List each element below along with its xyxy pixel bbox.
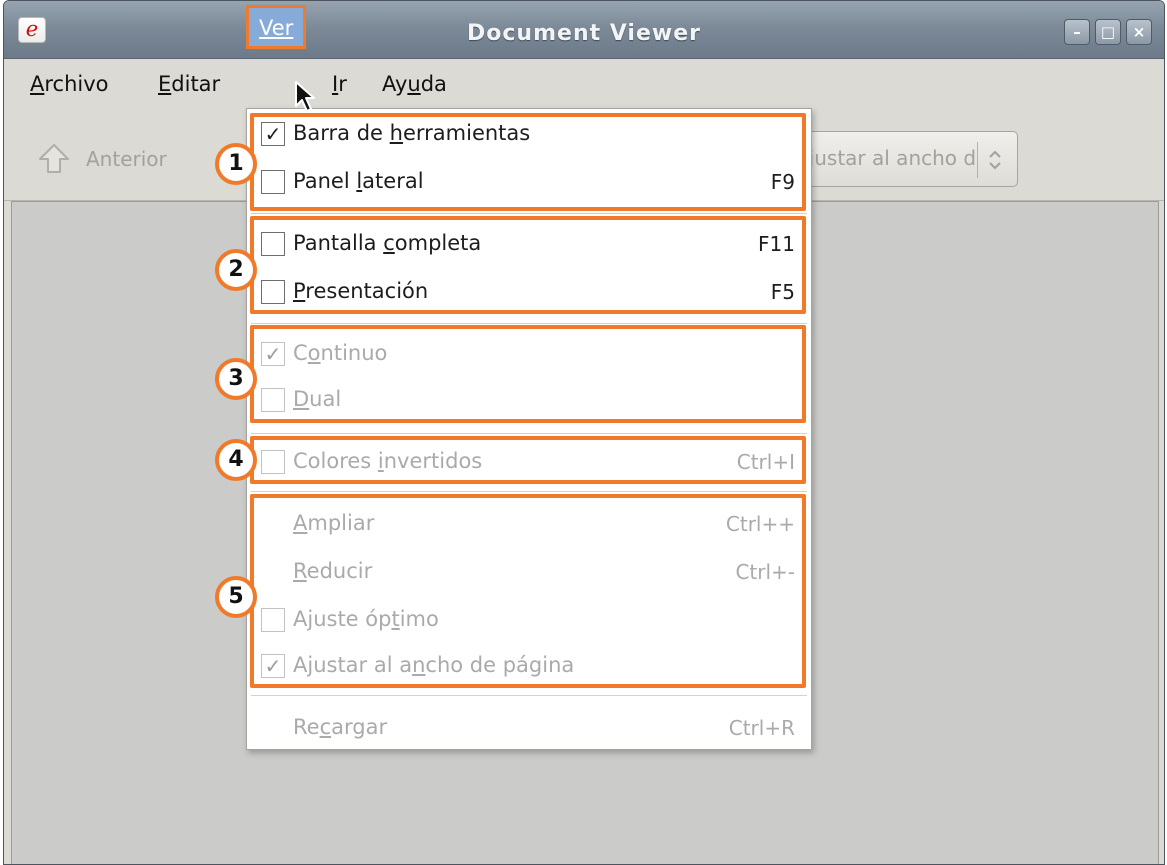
menu-editar[interactable]: Editar <box>158 72 220 96</box>
menu-label-part: Ay <box>382 72 408 96</box>
up-arrow-icon <box>39 144 69 173</box>
mnemonic-letter: E <box>158 72 172 96</box>
menu-separator <box>251 323 807 324</box>
label-part: Re <box>293 715 320 739</box>
menu-separator <box>251 695 807 696</box>
minimize-button[interactable]: – <box>1064 19 1090 45</box>
highlight-box-group-4 <box>250 436 806 484</box>
menu-label-part: r <box>338 72 347 96</box>
annotation-badge-1: 1 <box>215 143 257 185</box>
close-button[interactable]: × <box>1126 19 1152 45</box>
anterior-label: Anterior <box>86 147 167 171</box>
zoom-combo[interactable]: Ajustar al ancho de página <box>794 131 1018 187</box>
updown-arrow-icon <box>989 150 1001 170</box>
annotation-badge-5: 5 <box>215 576 257 618</box>
menu-ayuda[interactable]: Ayuda <box>382 72 447 96</box>
highlight-box-group-2 <box>250 216 806 314</box>
menu-ver[interactable]: Ver <box>246 5 307 49</box>
shortcut: Ctrl+R <box>728 716 795 740</box>
zoom-combo-text: Ajustar al ancho de página <box>795 146 975 170</box>
mnemonic-letter: u <box>407 72 421 96</box>
highlight-box-group-5 <box>250 494 806 688</box>
zoom-combo-divider <box>977 142 978 178</box>
menu-label-part: rchivo <box>44 72 109 96</box>
mnemonic-letter: Ver <box>259 16 294 40</box>
menu-separator <box>251 491 807 492</box>
menu-separator <box>251 213 807 214</box>
mnemonic-letter: A <box>30 72 45 96</box>
mnemonic-letter: c <box>319 715 332 739</box>
highlight-box-group-3 <box>250 325 806 423</box>
menu-item-recargar[interactable]: Recargar Ctrl+R <box>255 705 801 749</box>
menu-item-label: Recargar <box>293 715 387 739</box>
label-part: argar <box>331 715 388 739</box>
annotation-badge-4: 4 <box>215 439 257 481</box>
menu-label-part: da <box>420 72 447 96</box>
menu-ir[interactable]: Ir <box>332 72 347 96</box>
menu-archivo[interactable]: Archivo <box>30 72 109 96</box>
menu-label-part: ditar <box>171 72 221 96</box>
annotation-badge-2: 2 <box>215 249 257 291</box>
maximize-button[interactable]: □ <box>1095 19 1121 45</box>
highlight-box-group-1 <box>250 113 806 211</box>
mouse-cursor-icon <box>295 81 315 112</box>
title-bar[interactable]: e Document Viewer – □ × <box>4 1 1164 59</box>
window-title: Document Viewer <box>467 21 701 46</box>
menu-bar: Archivo Editar Ir Ayuda <box>4 59 1164 109</box>
menu-separator <box>251 433 807 434</box>
annotation-badge-3: 3 <box>215 358 257 400</box>
